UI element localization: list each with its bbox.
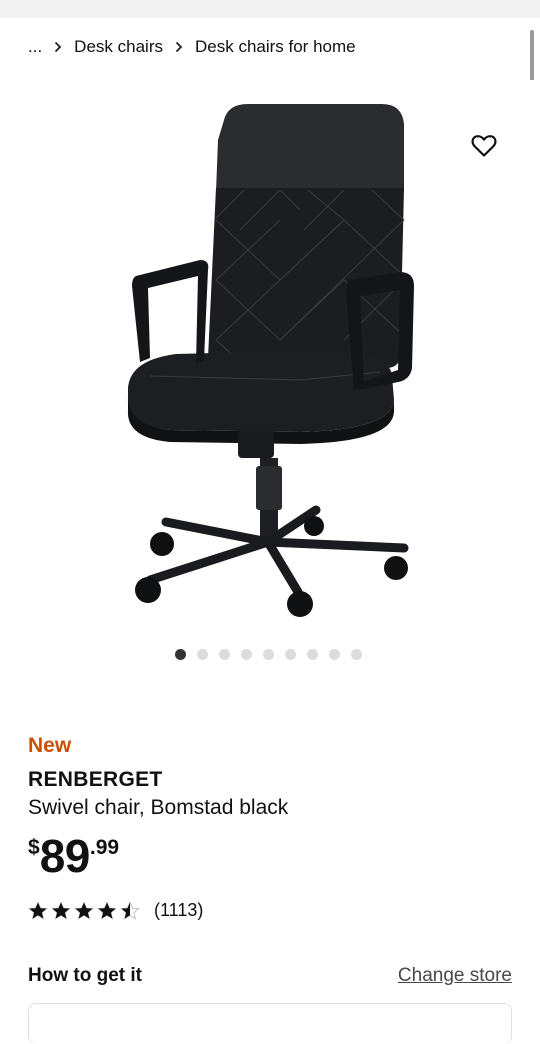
star-icon: [97, 900, 117, 920]
product-image[interactable]: [0, 80, 540, 640]
rating-stars: [28, 900, 140, 921]
price: $ 89 .99: [28, 832, 119, 880]
breadcrumb-desk-chairs[interactable]: Desk chairs: [74, 37, 163, 57]
star-icon: [28, 900, 48, 920]
review-count: (1113): [154, 900, 204, 920]
product-description: Swivel chair, Bomstad black: [28, 796, 289, 819]
browser-top-bar: [0, 0, 540, 18]
carousel-dot[interactable]: [263, 649, 274, 660]
change-store-link[interactable]: Change store: [398, 965, 512, 987]
rating[interactable]: (1113): [28, 900, 203, 921]
price-decimal: .99: [89, 836, 120, 859]
price-currency: $: [28, 836, 40, 859]
carousel-dot[interactable]: [219, 649, 230, 660]
chevron-right-icon: [175, 41, 183, 53]
heart-outline-icon: [471, 134, 497, 163]
carousel-dot[interactable]: [285, 649, 296, 660]
star-icon: [51, 900, 71, 920]
carousel-dot[interactable]: [197, 649, 208, 660]
how-to-get-it-heading: How to get it: [28, 965, 142, 986]
new-badge: New: [28, 734, 72, 757]
star-icon: [120, 900, 140, 920]
store-availability-card[interactable]: [28, 1003, 512, 1044]
breadcrumb: ... Desk chairs Desk chairs for home: [28, 36, 356, 58]
carousel-dot[interactable]: [329, 649, 340, 660]
carousel-dot[interactable]: [351, 649, 362, 660]
carousel-dot[interactable]: [241, 649, 252, 660]
carousel-dot[interactable]: [175, 649, 186, 660]
chevron-right-icon: [54, 41, 62, 53]
price-integer: 89: [39, 830, 91, 882]
star-icon: [74, 900, 94, 920]
favorite-button[interactable]: [462, 126, 506, 170]
breadcrumb-ellipsis[interactable]: ...: [28, 37, 42, 57]
product-name: RENBERGET: [28, 768, 163, 791]
breadcrumb-desk-chairs-for-home[interactable]: Desk chairs for home: [195, 37, 356, 57]
carousel-dot[interactable]: [307, 649, 318, 660]
